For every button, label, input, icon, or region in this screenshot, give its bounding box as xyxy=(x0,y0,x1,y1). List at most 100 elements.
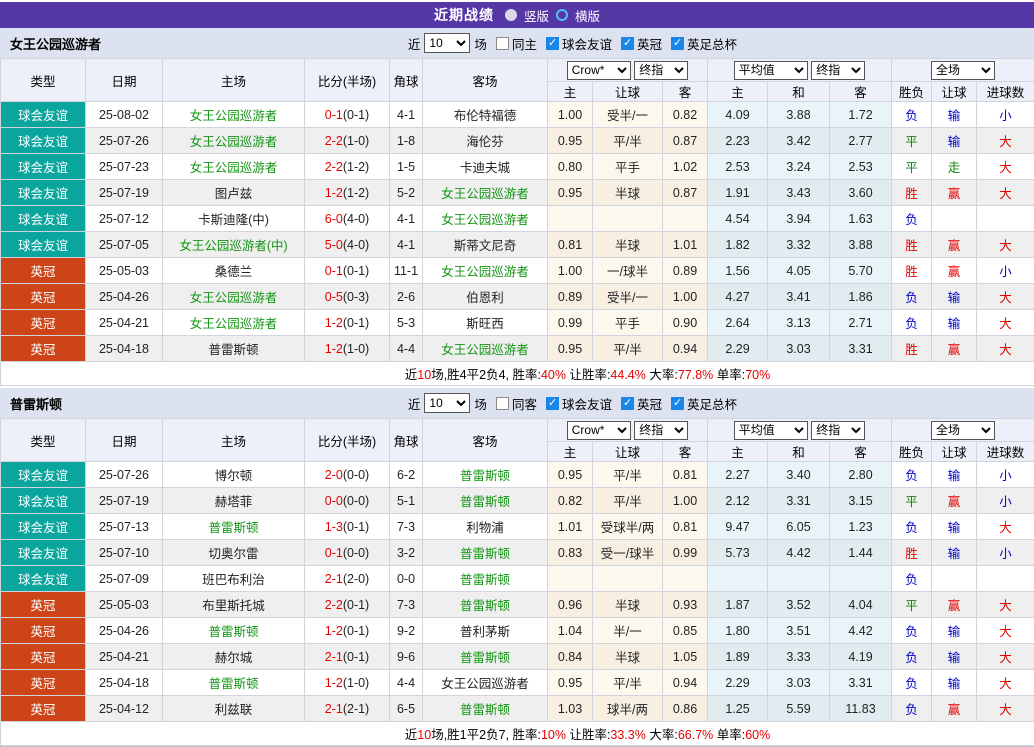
match-type: 球会友谊 xyxy=(1,488,86,514)
average-odds-select[interactable]: 平均值 xyxy=(734,421,808,440)
match-score: 2-2(1-2) xyxy=(305,154,390,180)
match-count-select[interactable]: 10 xyxy=(424,393,470,413)
competition-checkbox-championship[interactable]: ✓ xyxy=(621,37,634,50)
competition-checkbox-facup[interactable]: ✓ xyxy=(671,397,684,410)
home-team[interactable]: 女王公园巡游者 xyxy=(163,310,305,336)
avg-home xyxy=(708,566,768,592)
home-team[interactable]: 卡斯迪隆(中) xyxy=(163,206,305,232)
home-team[interactable]: 女王公园巡游者 xyxy=(163,154,305,180)
horizontal-layout-radio[interactable] xyxy=(556,9,568,21)
competition-label-facup[interactable]: 英足总杯 xyxy=(687,34,737,53)
same-venue-label[interactable]: 同主 xyxy=(512,34,537,53)
crow-odds-select[interactable]: Crow* xyxy=(567,61,631,80)
competition-checkbox-friendly[interactable]: ✓ xyxy=(546,397,559,410)
away-team[interactable]: 利物浦 xyxy=(423,514,548,540)
avg-away: 3.31 xyxy=(830,670,892,696)
competition-label-facup[interactable]: 英足总杯 xyxy=(687,394,737,413)
away-team[interactable]: 女王公园巡游者 xyxy=(423,670,548,696)
competition-label-championship[interactable]: 英冠 xyxy=(637,394,662,413)
result-goals: 小 xyxy=(977,488,1034,514)
competition-checkbox-championship[interactable]: ✓ xyxy=(621,397,634,410)
away-team[interactable]: 普雷斯顿 xyxy=(423,540,548,566)
home-team[interactable]: 利兹联 xyxy=(163,696,305,722)
away-team[interactable]: 布伦特福德 xyxy=(423,102,548,128)
odds-home: 0.81 xyxy=(548,232,593,258)
team-section-qpr: 女王公园巡游者 近 10 场 同主 ✓ 球会友谊 ✓ 英冠 ✓ 英足总杯 xyxy=(0,28,1034,386)
avg-home: 4.27 xyxy=(708,284,768,310)
result-handicap: 赢 xyxy=(932,258,977,284)
away-team[interactable]: 普雷斯顿 xyxy=(423,488,548,514)
same-venue-checkbox[interactable] xyxy=(496,397,509,410)
away-team[interactable]: 卡迪夫城 xyxy=(423,154,548,180)
match-count-select[interactable]: 10 xyxy=(424,33,470,53)
away-team[interactable]: 普雷斯顿 xyxy=(423,696,548,722)
home-team[interactable]: 女王公园巡游者 xyxy=(163,284,305,310)
col-odds-home: 主 xyxy=(548,82,593,102)
away-team[interactable]: 普雷斯顿 xyxy=(423,566,548,592)
away-team[interactable]: 海伦芬 xyxy=(423,128,548,154)
odds-away: 1.02 xyxy=(663,154,708,180)
same-venue-label[interactable]: 同客 xyxy=(512,394,537,413)
match-type: 英冠 xyxy=(1,592,86,618)
home-team[interactable]: 赫塔菲 xyxy=(163,488,305,514)
result-outcome: 平 xyxy=(892,154,932,180)
final-odds-select-2[interactable]: 终指 xyxy=(811,61,865,80)
results-table: 类型 日期 主场 比分(半场) 角球 客场 Crow* 终指 平均值 终指 xyxy=(0,58,1034,386)
competition-label-friendly[interactable]: 球会友谊 xyxy=(562,394,612,413)
away-team[interactable]: 普利茅斯 xyxy=(423,618,548,644)
home-team[interactable]: 女王公园巡游者(中) xyxy=(163,232,305,258)
result-goals: 小 xyxy=(977,258,1034,284)
home-team[interactable]: 班巴布利治 xyxy=(163,566,305,592)
same-venue-checkbox[interactable] xyxy=(496,37,509,50)
final-odds-select[interactable]: 终指 xyxy=(634,421,688,440)
average-odds-select[interactable]: 平均值 xyxy=(734,61,808,80)
home-team[interactable]: 切奥尔雷 xyxy=(163,540,305,566)
away-team[interactable]: 普雷斯顿 xyxy=(423,592,548,618)
col-home: 主场 xyxy=(163,419,305,462)
competition-label-championship[interactable]: 英冠 xyxy=(637,34,662,53)
odds-home: 0.95 xyxy=(548,180,593,206)
away-team[interactable]: 女王公园巡游者 xyxy=(423,180,548,206)
home-team[interactable]: 桑德兰 xyxy=(163,258,305,284)
vertical-layout-radio[interactable] xyxy=(505,9,517,21)
competition-checkbox-facup[interactable]: ✓ xyxy=(671,37,684,50)
home-team[interactable]: 女王公园巡游者 xyxy=(163,128,305,154)
away-team[interactable]: 普雷斯顿 xyxy=(423,644,548,670)
home-team[interactable]: 普雷斯顿 xyxy=(163,618,305,644)
odds-handicap: 受球半/两 xyxy=(593,514,663,540)
home-team[interactable]: 博尔顿 xyxy=(163,462,305,488)
home-team[interactable]: 普雷斯顿 xyxy=(163,514,305,540)
home-team[interactable]: 赫尔城 xyxy=(163,644,305,670)
away-team[interactable]: 斯旺西 xyxy=(423,310,548,336)
crow-odds-select[interactable]: Crow* xyxy=(567,421,631,440)
home-team[interactable]: 普雷斯顿 xyxy=(163,670,305,696)
vertical-layout-label[interactable]: 竖版 xyxy=(524,6,549,25)
home-team[interactable]: 图卢兹 xyxy=(163,180,305,206)
result-outcome: 负 xyxy=(892,514,932,540)
avg-away: 1.44 xyxy=(830,540,892,566)
home-team[interactable]: 布里斯托城 xyxy=(163,592,305,618)
competition-label-friendly[interactable]: 球会友谊 xyxy=(562,34,612,53)
horizontal-layout-label[interactable]: 横版 xyxy=(575,6,600,25)
full-match-select[interactable]: 全场 xyxy=(931,61,995,80)
match-date: 25-07-09 xyxy=(86,566,163,592)
final-odds-select[interactable]: 终指 xyxy=(634,61,688,80)
away-team[interactable]: 伯恩利 xyxy=(423,284,548,310)
away-team[interactable]: 女王公园巡游者 xyxy=(423,336,548,362)
competition-checkbox-friendly[interactable]: ✓ xyxy=(546,37,559,50)
away-team[interactable]: 女王公园巡游者 xyxy=(423,258,548,284)
home-team[interactable]: 女王公园巡游者 xyxy=(163,102,305,128)
away-team[interactable]: 斯蒂文尼奇 xyxy=(423,232,548,258)
odds-handicap: 平/半 xyxy=(593,488,663,514)
match-date: 25-04-26 xyxy=(86,284,163,310)
home-team[interactable]: 普雷斯顿 xyxy=(163,336,305,362)
away-team[interactable]: 女王公园巡游者 xyxy=(423,206,548,232)
avg-away: 11.83 xyxy=(830,696,892,722)
full-match-select[interactable]: 全场 xyxy=(931,421,995,440)
result-outcome: 负 xyxy=(892,310,932,336)
final-odds-select-2[interactable]: 终指 xyxy=(811,421,865,440)
match-row: 球会友谊25-07-19图卢兹1-2(1-2)5-2女王公园巡游者0.95半球0… xyxy=(1,180,1034,206)
away-team[interactable]: 普雷斯顿 xyxy=(423,462,548,488)
result-outcome: 负 xyxy=(892,284,932,310)
avg-home: 1.80 xyxy=(708,618,768,644)
